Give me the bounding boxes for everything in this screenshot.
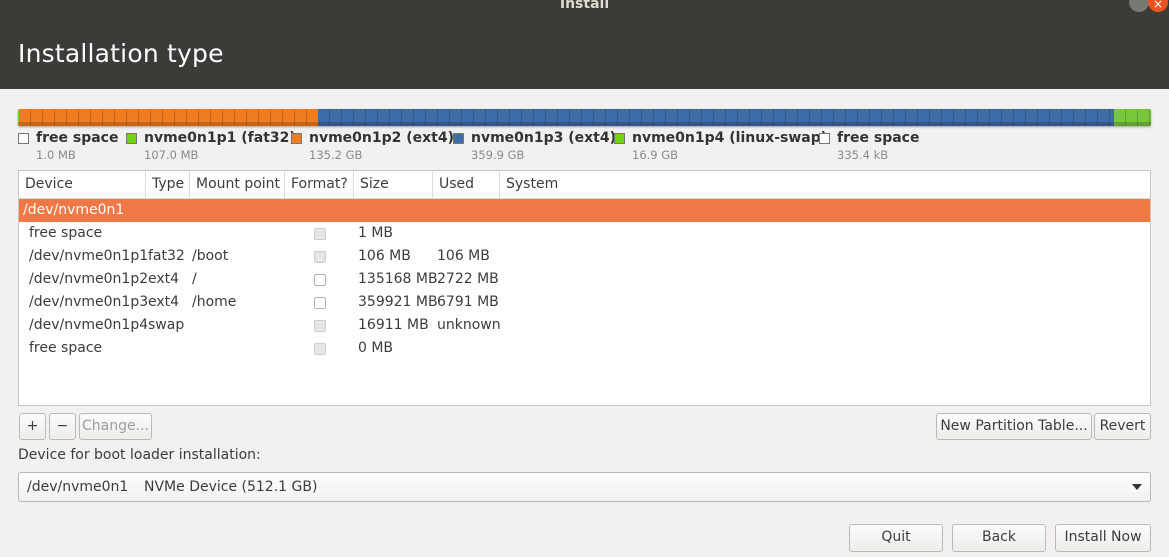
cell-used: unknown (437, 317, 501, 333)
legend-swatch (614, 133, 625, 144)
legend-swatch (291, 133, 302, 144)
legend-name: nvme0n1p4 (linux-swap) (632, 130, 828, 146)
partition-table[interactable]: Device Type Mount point Format? Size Used Syst… (18, 170, 1151, 406)
bootloader-device-description: NVMe Device (512.1 GB) (144, 479, 318, 495)
cell-device: /dev/nvme0n1p1 (29, 248, 149, 264)
cell-size: 16911 MB (358, 317, 429, 333)
column-header-format[interactable]: Format? (285, 171, 354, 199)
cell-size: 1 MB (358, 225, 394, 241)
page-title: Installation type (18, 39, 224, 68)
cell-size: 0 MB (358, 340, 394, 356)
legend-size: 107.0 MB (144, 148, 199, 162)
format-checkbox[interactable] (314, 297, 326, 309)
cell-size: 135168 MB (358, 271, 438, 287)
legend-swatch (819, 133, 830, 144)
column-header-type[interactable]: Type (146, 171, 190, 199)
bootloader-device: /dev/nvme0n1 (27, 479, 129, 495)
column-header-device[interactable]: Device (19, 171, 146, 199)
title-bar: Install × Installation type (0, 0, 1169, 89)
table-row[interactable]: /dev/nvme0n1 (19, 199, 1150, 222)
column-header-system[interactable]: System (500, 171, 1151, 199)
partition-bar (18, 109, 1151, 126)
cell-size: 106 MB (358, 248, 411, 264)
format-checkbox (314, 320, 326, 332)
cell-device: /dev/nvme0n1p4 (29, 317, 149, 333)
add-partition-button[interactable]: + (19, 413, 46, 440)
bootloader-label: Device for boot loader installation: (18, 447, 261, 463)
revert-button[interactable]: Revert (1094, 413, 1151, 440)
format-checkbox[interactable] (314, 274, 326, 286)
legend-size: 1.0 MB (36, 148, 76, 162)
column-header-used[interactable]: Used (433, 171, 500, 199)
cell-device: /dev/nvme0n1 (23, 202, 125, 218)
table-row[interactable]: /dev/nvme0n1p2 ext4 / 135168 MB 2722 MB (19, 268, 1150, 291)
legend-name: free space (837, 130, 920, 146)
legend-size: 16.9 GB (632, 148, 679, 162)
cell-type: ext4 (148, 271, 180, 287)
partition-legend: free space 1.0 MB nvme0n1p1 (fat32) 107.0 M… (18, 130, 1151, 166)
column-header-mount-point[interactable]: Mount point (190, 171, 285, 199)
cell-size: 359921 MB (358, 294, 438, 310)
install-now-button[interactable]: Install Now (1055, 524, 1151, 552)
cell-device: /dev/nvme0n1p2 (29, 271, 149, 287)
cell-used: 106 MB (437, 248, 490, 264)
legend-name: nvme0n1p3 (ext4) (471, 130, 617, 146)
legend-size: 335.4 kB (837, 148, 889, 162)
column-header-size[interactable]: Size (354, 171, 433, 199)
legend-swatch (18, 133, 29, 144)
quit-button[interactable]: Quit (849, 524, 943, 552)
cell-type: ext4 (148, 294, 180, 310)
change-partition-button[interactable]: Change... (79, 413, 152, 440)
back-button[interactable]: Back (952, 524, 1046, 552)
cell-used: 2722 MB (437, 271, 499, 287)
table-row[interactable]: /dev/nvme0n1p3 ext4/home 359921 MB 6791 MB (19, 291, 1150, 314)
legend-size: 359.9 GB (471, 148, 525, 162)
window-title: Install (559, 0, 610, 12)
chevron-down-icon (1132, 484, 1142, 490)
format-checkbox (314, 343, 326, 355)
legend-swatch (126, 133, 137, 144)
new-partition-table-button[interactable]: New Partition Table... (936, 413, 1092, 440)
format-checkbox (314, 228, 326, 240)
table-row[interactable]: /dev/nvme0n1p1 fat32/boot 106 MB 106 MB (19, 245, 1150, 268)
cell-type: fat32 (148, 248, 185, 264)
cell-mount-point: /home (192, 294, 237, 310)
legend-name: free space (36, 130, 119, 146)
partition-bar-segment-nvme0n1p2 (18, 109, 318, 126)
cell-device: /dev/nvme0n1p3 (29, 294, 149, 310)
bootloader-device-select[interactable]: /dev/nvme0n1 NVMe Device (512.1 GB) (18, 472, 1151, 502)
table-row[interactable]: free space 1 MB (19, 222, 1150, 245)
cell-mount-point: / (192, 271, 197, 287)
cell-device: free space (29, 225, 103, 241)
cell-type: swap (148, 317, 185, 333)
cell-used: 6791 MB (437, 294, 499, 310)
table-row[interactable]: /dev/nvme0n1p4 swap 16911 MB unknown (19, 314, 1150, 337)
format-checkbox (314, 251, 326, 263)
legend-size: 135.2 GB (309, 148, 363, 162)
legend-name: nvme0n1p2 (ext4) (309, 130, 455, 146)
legend-swatch (453, 133, 464, 144)
close-icon: × (1152, 0, 1164, 11)
table-header: Device Type Mount point Format? Size Used Syst… (19, 171, 1150, 199)
remove-partition-button[interactable]: − (49, 413, 76, 440)
table-row[interactable]: free space 0 MB (19, 337, 1150, 360)
cell-mount-point: /boot (192, 248, 229, 264)
legend-name: nvme0n1p1 (fat32) (144, 130, 296, 146)
cell-device: free space (29, 340, 103, 356)
partition-bar-segment-nvme0n1p3 (317, 109, 1114, 126)
partition-bar-segment-nvme0n1p4 (1113, 109, 1151, 126)
